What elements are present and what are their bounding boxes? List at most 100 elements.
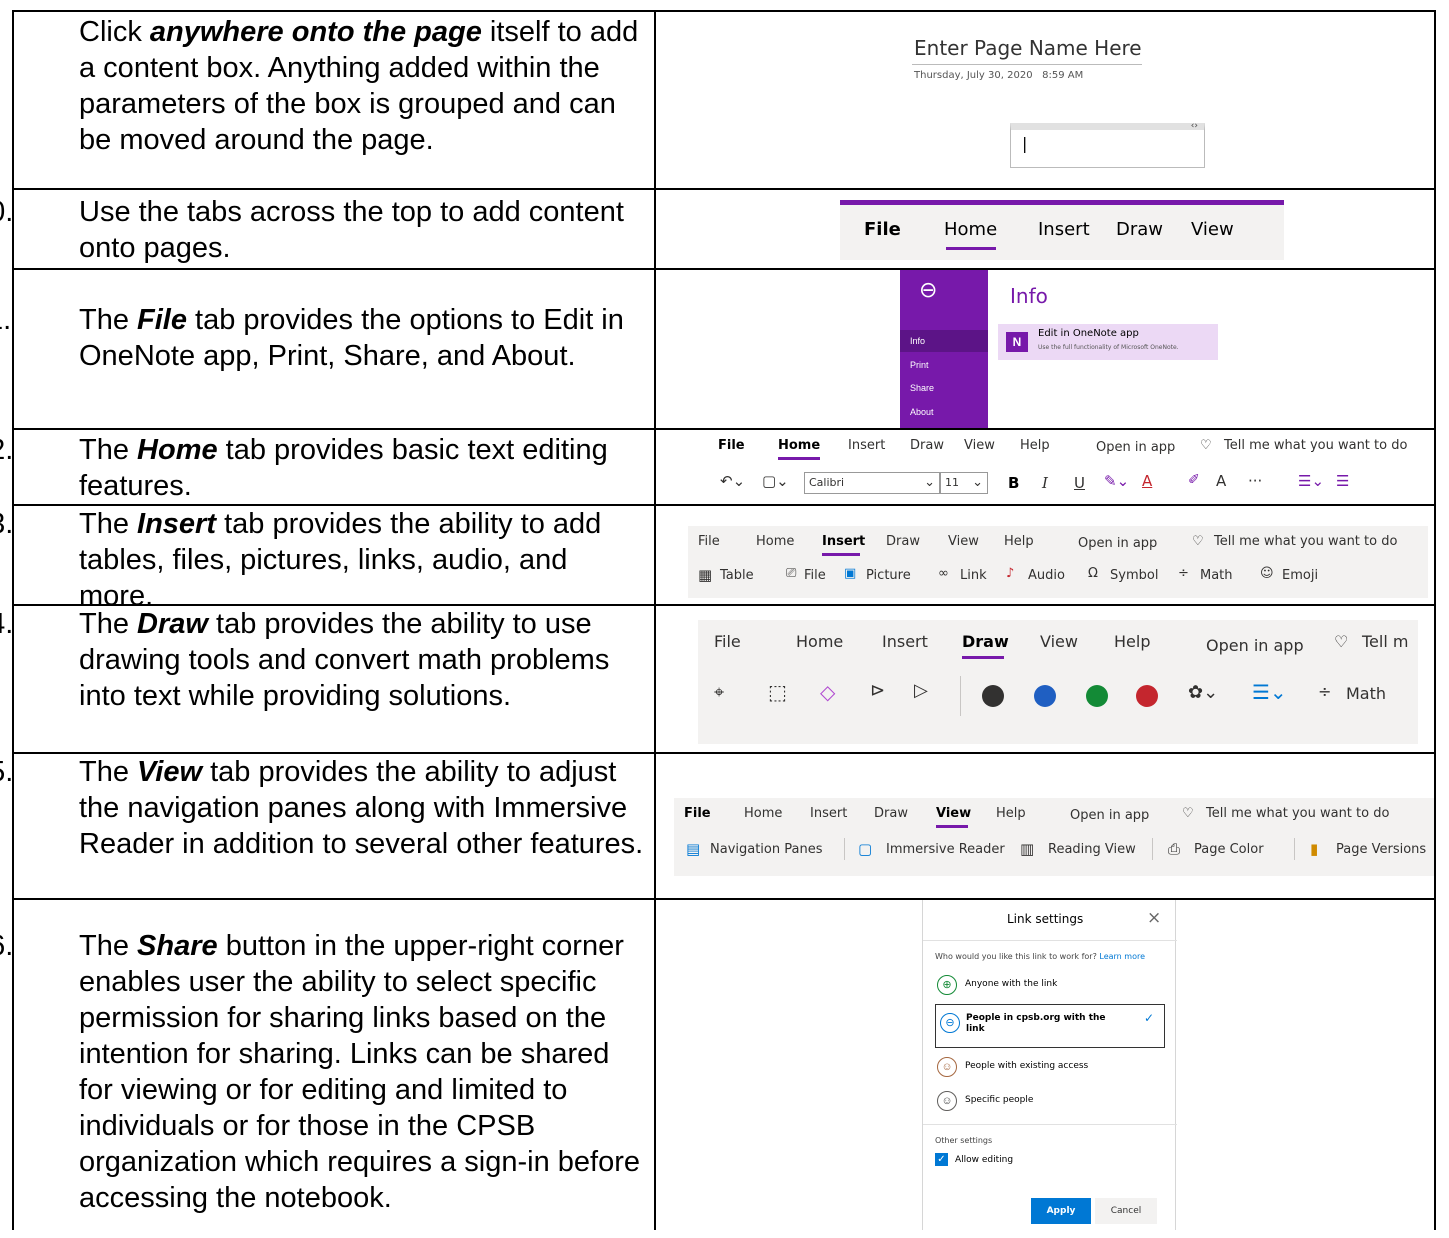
open-in-app-link[interactable]: Open in app xyxy=(1206,636,1304,655)
eraser-icon[interactable]: ◇ xyxy=(820,680,835,704)
math-icon[interactable]: ÷ xyxy=(1178,566,1189,581)
line-thickness-icon[interactable]: ☰⌄ xyxy=(1252,680,1287,704)
tab-help[interactable]: Help xyxy=(996,806,1026,821)
table-icon[interactable]: ▦ xyxy=(698,566,712,584)
open-in-app-link[interactable]: Open in app xyxy=(1070,808,1149,823)
math-icon[interactable]: ÷ xyxy=(1318,682,1331,701)
numbering-icon[interactable]: ☰ xyxy=(1336,472,1349,490)
tab-view[interactable]: View xyxy=(1040,632,1078,651)
apply-button[interactable]: Apply xyxy=(1031,1198,1091,1224)
picture-icon[interactable]: ▣ xyxy=(844,566,856,581)
tab-home[interactable]: Home xyxy=(944,219,997,240)
tab-home[interactable]: Home xyxy=(744,806,782,821)
highlight-icon[interactable]: ✎⌄ xyxy=(1104,472,1129,490)
tab-view[interactable]: View xyxy=(936,806,971,821)
allow-editing-checkbox[interactable]: ✓ xyxy=(935,1153,948,1166)
italic-button[interactable]: I xyxy=(1042,474,1048,492)
lasso-select-icon[interactable]: ⌖ xyxy=(714,682,724,703)
tell-me-search[interactable]: Tell m xyxy=(1362,632,1408,651)
tab-file[interactable]: File xyxy=(714,632,741,651)
navigation-panes-icon[interactable]: ▤ xyxy=(686,840,700,858)
font-name-select[interactable]: Calibri ⌄ xyxy=(804,472,940,494)
tab-insert[interactable]: Insert xyxy=(822,534,865,549)
content-box[interactable]: ‹› | xyxy=(1010,121,1205,168)
picture-button[interactable]: Picture xyxy=(866,568,911,583)
file-button[interactable]: File xyxy=(804,568,826,583)
cancel-button[interactable]: Cancel xyxy=(1095,1198,1157,1224)
attach-file-icon[interactable]: ⎚ xyxy=(786,566,796,581)
tab-draw[interactable]: Draw xyxy=(886,534,920,549)
immersive-reader-icon[interactable]: ▢ xyxy=(858,840,872,858)
font-color-icon[interactable]: A xyxy=(1142,472,1152,490)
edit-in-app-card[interactable]: N Edit in OneNote app Use the full funct… xyxy=(998,324,1218,360)
audio-icon[interactable]: ♪ xyxy=(1006,566,1014,581)
immersive-reader-button[interactable]: Immersive Reader xyxy=(886,842,1005,857)
close-icon[interactable]: × xyxy=(1147,908,1161,928)
highlighter-icon[interactable]: ▷ xyxy=(914,680,928,701)
tab-insert[interactable]: Insert xyxy=(810,806,847,821)
menu-item-share[interactable]: Share xyxy=(910,383,934,393)
page-versions-button[interactable]: Page Versions xyxy=(1336,842,1426,857)
page-color-button[interactable]: Page Color xyxy=(1194,842,1264,857)
tab-help[interactable]: Help xyxy=(1004,534,1034,549)
option-organization[interactable]: ⊖ People in cpsb.org with the link ✓ xyxy=(935,1004,1165,1048)
tab-draw[interactable]: Draw xyxy=(1116,219,1163,240)
red-pen-swatch[interactable] xyxy=(1136,685,1158,707)
learn-more-link[interactable]: Learn more xyxy=(1099,952,1145,961)
audio-button[interactable]: Audio xyxy=(1028,568,1065,583)
bullets-icon[interactable]: ☰⌄ xyxy=(1298,472,1324,490)
tab-help[interactable]: Help xyxy=(1114,632,1150,651)
link-button[interactable]: Link xyxy=(960,568,987,583)
link-icon[interactable]: ∞ xyxy=(938,566,949,581)
tell-me-search[interactable]: Tell me what you want to do xyxy=(1214,534,1397,549)
tab-file[interactable]: File xyxy=(684,806,711,821)
undo-icon[interactable]: ↶⌄ xyxy=(720,472,745,490)
tab-insert[interactable]: Insert xyxy=(1038,219,1090,240)
navigation-panes-button[interactable]: Navigation Panes xyxy=(710,842,822,857)
symbol-button[interactable]: Symbol xyxy=(1110,568,1158,583)
tab-file[interactable]: File xyxy=(864,219,901,240)
tab-file[interactable]: File xyxy=(698,534,720,549)
tab-insert[interactable]: Insert xyxy=(848,438,885,453)
black-pen-swatch[interactable] xyxy=(982,685,1004,707)
tab-view[interactable]: View xyxy=(948,534,979,549)
blue-pen-swatch[interactable] xyxy=(1034,685,1056,707)
emoji-icon[interactable]: ☺ xyxy=(1260,566,1274,581)
more-options-icon[interactable]: ··· xyxy=(1248,472,1262,490)
font-size-select[interactable]: 11 ⌄ xyxy=(940,472,988,494)
option-specific-people[interactable]: ☺ Specific people xyxy=(935,1086,1165,1116)
tell-me-search[interactable]: Tell me what you want to do xyxy=(1224,438,1407,453)
tab-help[interactable]: Help xyxy=(1020,438,1050,453)
menu-item-print[interactable]: Print xyxy=(910,360,929,370)
emoji-button[interactable]: Emoji xyxy=(1282,568,1318,583)
table-button[interactable]: Table xyxy=(720,568,754,583)
menu-item-info[interactable]: Info xyxy=(910,336,925,346)
tab-view[interactable]: View xyxy=(964,438,995,453)
tab-home[interactable]: Home xyxy=(778,438,820,453)
move-handle[interactable]: ‹› xyxy=(1191,121,1198,131)
tab-draw[interactable]: Draw xyxy=(962,632,1009,651)
option-existing-access[interactable]: ☺ People with existing access xyxy=(935,1052,1165,1082)
math-button[interactable]: Math xyxy=(1200,568,1233,583)
open-in-app-link[interactable]: Open in app xyxy=(1078,536,1157,551)
tab-draw[interactable]: Draw xyxy=(874,806,908,821)
menu-item-about[interactable]: About xyxy=(910,407,934,417)
tab-home[interactable]: Home xyxy=(796,632,843,651)
back-arrow-icon[interactable]: ⊖ xyxy=(919,278,937,303)
open-in-app-link[interactable]: Open in app xyxy=(1096,440,1175,455)
reading-view-button[interactable]: Reading View xyxy=(1048,842,1136,857)
rectangle-select-icon[interactable]: ⬚ xyxy=(768,680,787,704)
format-painter-icon[interactable]: ✐ xyxy=(1188,472,1200,488)
math-button[interactable]: Math xyxy=(1346,684,1386,703)
tab-draw[interactable]: Draw xyxy=(910,438,944,453)
color-palette-icon[interactable]: ✿⌄ xyxy=(1188,682,1218,703)
tab-home[interactable]: Home xyxy=(756,534,794,549)
green-pen-swatch[interactable] xyxy=(1086,685,1108,707)
clipboard-icon[interactable]: ▢⌄ xyxy=(762,472,789,490)
tab-file[interactable]: File xyxy=(718,438,745,453)
page-color-icon[interactable]: ⎙ xyxy=(1168,840,1180,858)
reading-view-icon[interactable]: ▥ xyxy=(1020,840,1034,858)
page-versions-icon[interactable]: ▮ xyxy=(1310,840,1318,858)
underline-button[interactable]: U xyxy=(1074,474,1085,492)
pen-icon[interactable]: ⊳ xyxy=(870,680,885,701)
